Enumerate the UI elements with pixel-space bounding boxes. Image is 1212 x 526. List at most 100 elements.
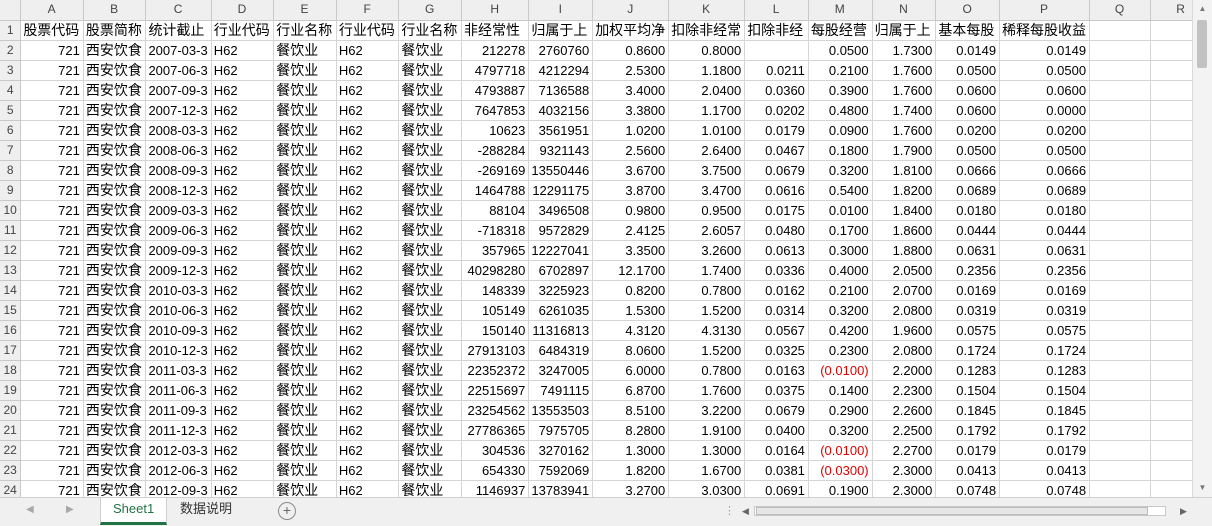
cell-header-h[interactable]: 非经常性 — [461, 20, 530, 41]
cell-header-g[interactable]: 行业名称 — [398, 20, 462, 41]
cell[interactable]: 1.7600 — [668, 380, 746, 401]
cell-header-p[interactable]: 稀释每股收益 — [999, 20, 1091, 41]
cell[interactable]: 2009-06-3 — [145, 220, 212, 241]
cell[interactable] — [1089, 440, 1152, 461]
cell[interactable]: 1.7600 — [872, 60, 937, 81]
cell[interactable]: 3270162 — [528, 440, 594, 461]
cell[interactable]: H62 — [336, 440, 400, 461]
cell[interactable]: H62 — [336, 180, 400, 201]
cell[interactable]: 3.3800 — [592, 100, 670, 121]
cell[interactable]: -288284 — [461, 140, 530, 161]
cell[interactable]: 7592069 — [528, 460, 594, 481]
cell[interactable]: 0.1283 — [935, 360, 1001, 381]
cell[interactable]: H62 — [211, 420, 275, 441]
cell[interactable]: (0.0100) — [808, 440, 873, 461]
cell[interactable]: 2008-09-3 — [145, 160, 212, 181]
cell[interactable]: 餐饮业 — [273, 360, 337, 381]
cell[interactable]: 1.8200 — [592, 460, 670, 481]
cell[interactable]: 0.1700 — [808, 220, 873, 241]
scroll-up-icon[interactable]: ▲ — [1193, 2, 1212, 16]
cell[interactable]: 3496508 — [528, 200, 594, 221]
cell[interactable] — [1089, 380, 1152, 401]
cell[interactable]: 0.0375 — [744, 380, 809, 401]
cell[interactable]: 餐饮业 — [398, 420, 462, 441]
cell[interactable]: 1.7600 — [872, 120, 937, 141]
cell[interactable]: 0.0200 — [935, 120, 1001, 141]
cell[interactable]: -718318 — [461, 220, 530, 241]
cell[interactable]: 0.0900 — [808, 120, 873, 141]
row-header[interactable]: 20 — [0, 400, 22, 421]
vertical-scroll-thumb[interactable] — [1197, 20, 1207, 68]
cell[interactable]: 餐饮业 — [398, 300, 462, 321]
column-header-a[interactable]: A — [20, 0, 84, 21]
cell[interactable]: 7136588 — [528, 80, 594, 101]
cell[interactable]: H62 — [336, 380, 400, 401]
column-header-l[interactable]: L — [744, 0, 809, 21]
cell[interactable]: 0.0444 — [935, 220, 1001, 241]
cell[interactable]: 0.0336 — [744, 260, 809, 281]
cell[interactable]: H62 — [211, 280, 275, 301]
cell[interactable]: 0.0631 — [999, 240, 1091, 261]
cell[interactable]: 0.2100 — [808, 280, 873, 301]
cell[interactable]: H62 — [336, 360, 400, 381]
cell[interactable]: H62 — [211, 320, 275, 341]
cell[interactable]: 721 — [20, 440, 84, 461]
cell[interactable]: 餐饮业 — [273, 160, 337, 181]
cell[interactable]: 10623 — [461, 120, 530, 141]
cell[interactable]: 2007-06-3 — [145, 60, 212, 81]
cell[interactable]: 0.0575 — [935, 320, 1001, 341]
cell[interactable]: H62 — [211, 180, 275, 201]
cell[interactable]: 餐饮业 — [398, 60, 462, 81]
column-header-g[interactable]: G — [398, 0, 462, 21]
cell[interactable]: 721 — [20, 400, 84, 421]
cell[interactable]: 22515697 — [461, 380, 530, 401]
column-header-k[interactable]: K — [668, 0, 746, 21]
cell[interactable]: 西安饮食 — [83, 200, 147, 221]
row-header[interactable]: 14 — [0, 280, 22, 301]
cell[interactable]: 7975705 — [528, 420, 594, 441]
cell[interactable]: H62 — [211, 220, 275, 241]
row-header[interactable]: 12 — [0, 240, 22, 261]
cell[interactable]: 0.9500 — [668, 200, 746, 221]
cell[interactable]: 0.0666 — [935, 160, 1001, 181]
cell[interactable]: 0.0600 — [935, 100, 1001, 121]
cell[interactable]: 22352372 — [461, 360, 530, 381]
cell[interactable]: 餐饮业 — [398, 260, 462, 281]
cell[interactable]: 餐饮业 — [273, 440, 337, 461]
cell[interactable]: 0.3900 — [808, 80, 873, 101]
cell[interactable]: H62 — [211, 400, 275, 421]
cell[interactable]: 2008-06-3 — [145, 140, 212, 161]
cell[interactable] — [1089, 180, 1152, 201]
row-header[interactable]: 23 — [0, 460, 22, 481]
cell[interactable]: 餐饮业 — [398, 280, 462, 301]
cell[interactable]: 2011-06-3 — [145, 380, 212, 401]
cell[interactable]: 0.0500 — [999, 140, 1091, 161]
column-header-h[interactable]: H — [461, 0, 530, 21]
cell[interactable]: 0.3200 — [808, 300, 873, 321]
row-header[interactable]: 10 — [0, 200, 22, 221]
cell[interactable]: 4793887 — [461, 80, 530, 101]
cell[interactable]: 0.0400 — [744, 420, 809, 441]
cell[interactable]: 0.3200 — [808, 420, 873, 441]
cell[interactable]: 餐饮业 — [398, 180, 462, 201]
cell-header-a[interactable]: 股票代码 — [20, 20, 84, 41]
cell[interactable]: 721 — [20, 420, 84, 441]
cell[interactable]: H62 — [336, 160, 400, 181]
cell[interactable]: 1.3000 — [668, 440, 746, 461]
cell[interactable]: 721 — [20, 80, 84, 101]
cell[interactable]: (0.0100) — [808, 360, 873, 381]
column-header-c[interactable]: C — [145, 0, 212, 21]
cell[interactable]: 西安饮食 — [83, 280, 147, 301]
cell[interactable] — [1089, 340, 1152, 361]
cell[interactable]: 1.8100 — [872, 160, 937, 181]
cell[interactable]: 721 — [20, 260, 84, 281]
cell[interactable]: 2.6400 — [668, 140, 746, 161]
cell[interactable]: 357965 — [461, 240, 530, 261]
cell[interactable]: 721 — [20, 200, 84, 221]
column-header-m[interactable]: M — [808, 0, 873, 21]
cell[interactable]: 0.0179 — [744, 120, 809, 141]
cell[interactable]: 0.0631 — [935, 240, 1001, 261]
row-header[interactable]: 17 — [0, 340, 22, 361]
column-header-e[interactable]: E — [273, 0, 337, 21]
cell[interactable]: 6261035 — [528, 300, 594, 321]
